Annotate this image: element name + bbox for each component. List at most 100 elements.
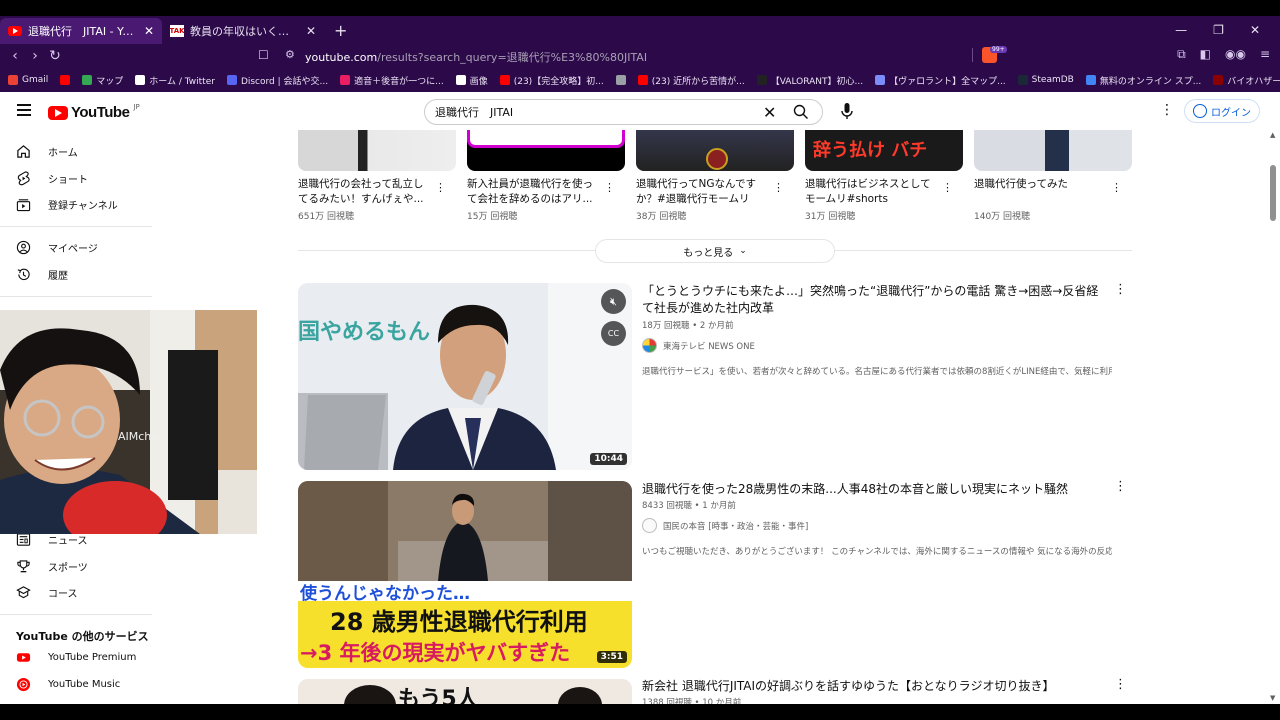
scroll-down-icon[interactable]: ▼	[1270, 694, 1275, 702]
short-menu-icon[interactable]: ⋮	[773, 181, 784, 194]
short-menu-icon[interactable]: ⋮	[942, 181, 953, 194]
bookmark-item[interactable]: (23) 近所から苦情が...	[637, 74, 745, 87]
video-thumbnail[interactable]: もう5人	[298, 679, 632, 704]
short-title[interactable]: 退職代行はビジネスとしてモームリ#shorts #realvalue	[805, 177, 940, 207]
short-thumbnail[interactable]: 辞う払け バチ	[805, 130, 963, 171]
close-window-icon[interactable]: ✕	[1250, 23, 1260, 37]
forward-icon[interactable]: ›	[25, 48, 45, 64]
bookmark-item[interactable]: 適音＋後音が一つに...	[340, 74, 444, 87]
bookmark-item[interactable]: (23)【完全攻略】初...	[499, 74, 604, 87]
bookmark-item[interactable]	[60, 75, 71, 85]
sidebar-item-subscriptions[interactable]: 登録チャンネル	[16, 197, 118, 212]
video-title[interactable]: 新会社 退職代行JITAIの好調ぶりを話すゆゆうた【おとなりラジオ切り抜き】	[642, 678, 1102, 695]
short-title[interactable]: 新入社員が退職代行を使って会社を辞めるのはアリ...	[467, 177, 602, 207]
video-thumbnail[interactable]: 使うんじゃなかった… 28 歳男性退職代行利用 →3 年後の現実がヤバすぎた 3…	[298, 481, 632, 668]
bookmark-label: バイオハザードRE:2 全...	[1227, 76, 1280, 87]
youtube-logo[interactable]: YouTube JP	[48, 103, 140, 121]
bookmark-item[interactable]: 無料のオンライン スプ...	[1085, 74, 1201, 87]
show-more-button[interactable]: もっと見る ⌄	[595, 239, 835, 263]
sidebar-item-shorts[interactable]: ショート	[16, 171, 88, 186]
scroll-up-icon[interactable]: ▲	[1270, 131, 1275, 139]
short-card[interactable]: 新入社員が退職代行を使って会社を辞めるのはアリ... 15万 回視聴 ⋮	[467, 130, 625, 222]
sidebar-item-music[interactable]: YouTube Music	[16, 677, 120, 692]
site-info-icon[interactable]: ⚙	[285, 48, 295, 61]
maximize-icon[interactable]: ❐	[1213, 23, 1224, 37]
menu-icon[interactable]: ≡	[1260, 47, 1270, 62]
sidebar-toggle-icon[interactable]: ◧	[1200, 47, 1211, 62]
short-thumbnail[interactable]	[467, 130, 625, 171]
login-button[interactable]: ログイン	[1184, 99, 1260, 123]
new-tab-button[interactable]: +	[334, 21, 347, 40]
video-menu-icon[interactable]: ⋮	[1114, 479, 1127, 494]
short-card[interactable]: 辞う払け バチ 退職代行はビジネスとしてモームリ#shorts #realval…	[805, 130, 963, 222]
short-title[interactable]: 退職代行の会社って乱立してるみたい！すんげぇや...	[298, 177, 433, 207]
browser-toolbar-icons: ⧉ ◧ ◉◉ ≡	[1177, 47, 1270, 62]
channel-info[interactable]: 国民の本音 [時事・政治・芸能・事件]	[642, 518, 808, 533]
minimize-icon[interactable]: —	[1175, 23, 1187, 37]
short-card[interactable]: 退職代行の会社って乱立してるみたい！すんげぇや... 651万 回視聴 ⋮	[298, 130, 456, 222]
channel-name[interactable]: 国民の本音 [時事・政治・芸能・事件]	[663, 520, 808, 532]
short-views: 15万 回視聴	[467, 212, 518, 222]
video-menu-icon[interactable]: ⋮	[1114, 677, 1127, 692]
captions-icon[interactable]: CC	[601, 321, 626, 346]
short-thumbnail[interactable]	[974, 130, 1132, 171]
back-icon[interactable]: ‹	[5, 48, 25, 64]
bookmark-item[interactable]: Discord | 会話や交...	[226, 74, 328, 87]
thumbnail-bg-text: 国やめるもん	[298, 320, 430, 345]
bookmark-item[interactable]: Gmail	[8, 75, 48, 85]
sidebar-item-courses[interactable]: コース	[16, 585, 78, 600]
short-title[interactable]: 退職代行使ってみた	[974, 177, 1109, 207]
sidebar-item-you[interactable]: マイページ	[16, 240, 98, 255]
short-title[interactable]: 退職代行ってNGなんですか？#退職代行モームリ #...	[636, 177, 771, 207]
sidebar-item-home[interactable]: ホーム	[16, 144, 78, 159]
bookmark-item[interactable]	[615, 75, 626, 85]
bookmark-item[interactable]: 【VALORANT】初心...	[756, 74, 863, 87]
sidebar-item-history[interactable]: 履歴	[16, 267, 68, 282]
sidebar-item-sports[interactable]: スポーツ	[16, 559, 88, 574]
scrollbar-thumb[interactable]	[1270, 165, 1276, 221]
reload-icon[interactable]: ↻	[45, 48, 65, 64]
video-title[interactable]: 退職代行を使った28歳男性の末路...人事48社の本音と厳しい現実にネット騒然	[642, 481, 1102, 498]
short-views: 651万 回視聴	[298, 212, 355, 222]
bookmark-page-icon[interactable]: ☐	[258, 48, 269, 62]
tab-article[interactable]: TAK 教員の年収はいくら？パターン別の年収や ✕	[162, 18, 324, 44]
channel-avatar[interactable]	[642, 518, 657, 533]
short-thumbnail[interactable]	[298, 130, 456, 171]
short-card[interactable]: 退職代行ってNGなんですか？#退職代行モームリ #... 38万 回視聴 ⋮	[636, 130, 794, 222]
bookmark-item[interactable]: 画像	[455, 74, 488, 87]
install-app-icon[interactable]: ⧉	[1177, 47, 1186, 62]
short-card[interactable]: 退職代行使ってみた 140万 回視聴 ⋮	[974, 130, 1132, 222]
url-path: /results?search_query=退職代行%E3%80%80JITAI	[377, 51, 648, 64]
channel-info[interactable]: 東海テレビ NEWS ONE	[642, 338, 755, 353]
channel-avatar[interactable]	[642, 338, 657, 353]
video-menu-icon[interactable]: ⋮	[1114, 282, 1127, 297]
tab-close-icon[interactable]: ✕	[144, 24, 154, 38]
tab-youtube[interactable]: 退職代行 JITAI - YouTube ✕	[0, 18, 162, 44]
tab-close-icon[interactable]: ✕	[306, 24, 316, 38]
wallet-icon[interactable]: ◉◉	[1225, 47, 1246, 62]
bookmark-item[interactable]: マップ	[82, 74, 123, 87]
hamburger-menu-icon[interactable]	[17, 104, 31, 119]
short-menu-icon[interactable]: ⋮	[604, 181, 615, 194]
sidebar-item-premium[interactable]: YouTube Premium	[16, 650, 136, 665]
clear-search-icon[interactable]: ✕	[763, 103, 776, 122]
bookmark-item[interactable]: バイオハザードRE:2 全...	[1213, 74, 1280, 87]
bookmark-label: Gmail	[22, 75, 49, 85]
search-input[interactable]	[425, 101, 745, 123]
video-thumbnail[interactable]: 国やめるもん 🔇︎ CC 10:44	[298, 283, 632, 470]
channel-name[interactable]: 東海テレビ NEWS ONE	[663, 340, 755, 352]
url-field[interactable]: youtube.com/results?search_query=退職代行%E3…	[305, 49, 647, 65]
bookmark-item[interactable]: 【ヴァロラント】全マップ...	[875, 74, 1006, 87]
sidebar-item-news[interactable]: ニュース	[16, 532, 88, 547]
short-menu-icon[interactable]: ⋮	[1111, 181, 1122, 194]
microphone-icon[interactable]	[837, 101, 857, 121]
short-thumbnail[interactable]	[636, 130, 794, 171]
mute-icon[interactable]: 🔇︎	[601, 289, 626, 314]
video-title[interactable]: 「とうとうウチにも来たよ…」突然鳴った“退職代行”からの電話 驚き→困惑→反省経…	[642, 283, 1102, 317]
search-button[interactable]	[778, 100, 822, 124]
settings-menu-icon[interactable]: ⋮	[1160, 102, 1174, 118]
home-icon	[17, 145, 30, 158]
bookmark-item[interactable]: SteamDB	[1017, 75, 1074, 85]
bookmark-item[interactable]: ホーム / Twitter	[135, 74, 215, 87]
short-menu-icon[interactable]: ⋮	[435, 181, 446, 194]
